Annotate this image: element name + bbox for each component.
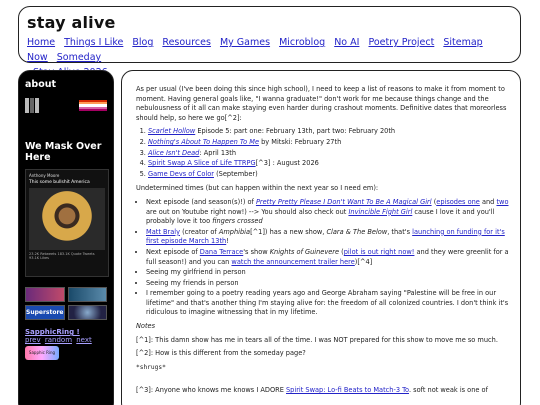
item-text: and bbox=[479, 197, 497, 206]
undetermined-list: Next episode (and season(s)!) of Pretty … bbox=[146, 198, 510, 318]
list-item: Next episode (and season(s)!) of Pretty … bbox=[146, 198, 510, 227]
item-text: : April 13th bbox=[199, 148, 237, 157]
about-icons bbox=[25, 98, 107, 113]
tweet-text: This some bullshit America bbox=[29, 180, 90, 185]
item-text: I remember going to a poetry reading yea… bbox=[146, 289, 509, 317]
item-emphasis: Knights of Guinevere bbox=[269, 247, 340, 256]
item-text: are out on Youtube right now!) --> You s… bbox=[146, 207, 349, 216]
tweet-stats: 23.2K Retweets 183.1K Quote Tweets 93.1K… bbox=[29, 252, 95, 260]
nav-link-sitemap[interactable]: Sitemap bbox=[443, 37, 482, 48]
list-item: Scarlet Hollow Episode 5: part one: Febr… bbox=[148, 127, 510, 137]
list-item: Matt Braly (creator of Amphibia[^1]) has… bbox=[146, 228, 510, 247]
dated-list: Scarlet Hollow Episode 5: part one: Febr… bbox=[148, 127, 510, 179]
item-text: Seeing my girlfriend in person bbox=[146, 268, 246, 277]
badge-row-1 bbox=[25, 287, 107, 302]
list-item: Seeing my friends in person bbox=[146, 279, 510, 289]
item-emphasis: Amphibia bbox=[218, 227, 251, 236]
webring-logo[interactable]: Sapphic Ring bbox=[25, 346, 59, 360]
nav-link-things-i-like[interactable]: Things I Like bbox=[64, 37, 123, 48]
we-mask-heading: We Mask Over Here bbox=[25, 141, 102, 163]
undetermined-heading: Undetermined times (but can happen withi… bbox=[136, 184, 379, 193]
item-link[interactable]: Nothing's About To Happen To Me bbox=[148, 138, 259, 146]
barcode-icon bbox=[25, 98, 39, 113]
footnote-1: [^1]: This damn show has me in tears all… bbox=[136, 335, 498, 344]
item-text: (creator of bbox=[180, 227, 219, 236]
intro-paragraph: As per usual (I've been doing this since… bbox=[136, 85, 507, 122]
item-link[interactable]: episodes one bbox=[436, 198, 480, 206]
item-emphasis: Clara & The Below bbox=[326, 227, 388, 236]
item-link[interactable]: Invincible Fight Girl bbox=[348, 208, 412, 216]
footnote-3: [^3]: Anyone who knows me knows I ADORE … bbox=[136, 386, 510, 396]
nav-link-home[interactable]: Home bbox=[27, 37, 55, 48]
item-text: [^1]) has a new show, bbox=[250, 227, 327, 236]
tweet-embed: Anthony Moore This some bullshit America… bbox=[25, 169, 109, 277]
item-text: . soft not weak is one of bbox=[408, 386, 488, 395]
item-text: Seeing my friends in person bbox=[146, 278, 239, 287]
nav-link-poetry-project[interactable]: Poetry Project bbox=[368, 37, 434, 48]
item-text: by Mitski: February 27th bbox=[259, 137, 342, 146]
item-text: , that's bbox=[387, 227, 413, 236]
tweet-image bbox=[29, 188, 105, 250]
item-text: )[^4] bbox=[354, 257, 373, 266]
list-item: Alice Isn't Dead: April 13th bbox=[148, 149, 510, 159]
nav-link-resources[interactable]: Resources bbox=[162, 37, 211, 48]
badge-row-2: Superstore bbox=[25, 305, 107, 320]
main-content: As per usual (I've been doing this since… bbox=[121, 70, 521, 405]
site-title: stay alive bbox=[27, 13, 116, 32]
site-badge[interactable] bbox=[25, 287, 65, 302]
nav-link-blog[interactable]: Blog bbox=[132, 37, 153, 48]
nav-link-microblog[interactable]: Microblog bbox=[279, 37, 325, 48]
tweet-author: Anthony Moore bbox=[29, 173, 60, 178]
item-link[interactable]: Matt Braly bbox=[146, 228, 180, 236]
webring-title-link[interactable]: SapphicRing ! bbox=[25, 328, 80, 336]
item-link[interactable]: Scarlet Hollow bbox=[148, 127, 195, 135]
item-text: ! bbox=[226, 237, 229, 246]
flag-stripe bbox=[79, 108, 107, 112]
nav-link-no-ai[interactable]: No AI bbox=[334, 37, 359, 48]
webring-next-link[interactable]: next bbox=[76, 336, 92, 344]
item-link[interactable]: Dana Terrace bbox=[200, 248, 243, 256]
notes-label-text: Notes bbox=[136, 322, 156, 331]
list-item: Nothing's About To Happen To Me by Mitsk… bbox=[148, 138, 510, 148]
shrugs-text: *shrugs* bbox=[136, 363, 166, 371]
item-text: (September) bbox=[213, 169, 258, 178]
item-link[interactable]: two bbox=[496, 198, 508, 206]
site-badge[interactable] bbox=[67, 287, 107, 302]
item-text: Next episode (and season(s)!) of bbox=[146, 197, 256, 206]
item-text: Next episode of bbox=[146, 247, 200, 256]
site-badge[interactable] bbox=[67, 305, 107, 320]
webring-links: prev random next bbox=[25, 336, 107, 344]
about-heading: about bbox=[25, 79, 57, 90]
header: stay alive Home Things I Like Blog Resou… bbox=[18, 6, 521, 78]
item-link[interactable]: pilot is out right now! bbox=[344, 248, 415, 256]
item-link[interactable]: watch the announcement trailer here bbox=[231, 258, 354, 266]
item-link[interactable]: Spirit Swap: Lo-fi Beats to Match-3 To bbox=[286, 386, 409, 394]
footnote-2: [^2]: How is this different from the som… bbox=[136, 349, 306, 358]
item-link[interactable]: Alice Isn't Dead bbox=[148, 149, 199, 157]
item-text: 's show bbox=[243, 247, 270, 256]
item-link[interactable]: Game Devs of Color bbox=[148, 170, 214, 178]
lesbian-flag-icon bbox=[79, 100, 107, 112]
nav-link-now[interactable]: Now bbox=[27, 52, 48, 63]
superstore-badge[interactable]: Superstore bbox=[25, 305, 65, 320]
webring-title: SapphicRing ! bbox=[25, 328, 107, 336]
list-item: I remember going to a poetry reading yea… bbox=[146, 289, 510, 318]
list-item: Spirit Swap A Slice of Life TTRPG[^3] : … bbox=[148, 159, 510, 169]
webring-random-link[interactable]: random bbox=[45, 336, 72, 344]
item-text: Episode 5: part one: February 13th, part… bbox=[195, 127, 396, 136]
nav-link-my-games[interactable]: My Games bbox=[220, 37, 270, 48]
list-item: Game Devs of Color (September) bbox=[148, 170, 510, 180]
webring-prev-link[interactable]: prev bbox=[25, 336, 41, 344]
notes-label: Notes bbox=[136, 322, 510, 332]
item-link[interactable]: Pretty Pretty Please I Don't Want To Be … bbox=[256, 198, 432, 206]
item-emphasis: fingers crossed bbox=[212, 217, 263, 226]
sidebar: about We Mask Over Here Anthony Moore Th… bbox=[18, 70, 114, 405]
item-text: [^3] : August 2026 bbox=[255, 159, 319, 168]
list-item: Next episode of Dana Terrace's show Knig… bbox=[146, 248, 510, 267]
item-text: [^3]: Anyone who knows me knows I ADORE bbox=[136, 386, 286, 395]
item-link[interactable]: Spirit Swap A Slice of Life TTRPG bbox=[148, 159, 256, 167]
nav-link-someday[interactable]: Someday bbox=[57, 52, 101, 63]
list-item: Seeing my girlfriend in person bbox=[146, 268, 510, 278]
